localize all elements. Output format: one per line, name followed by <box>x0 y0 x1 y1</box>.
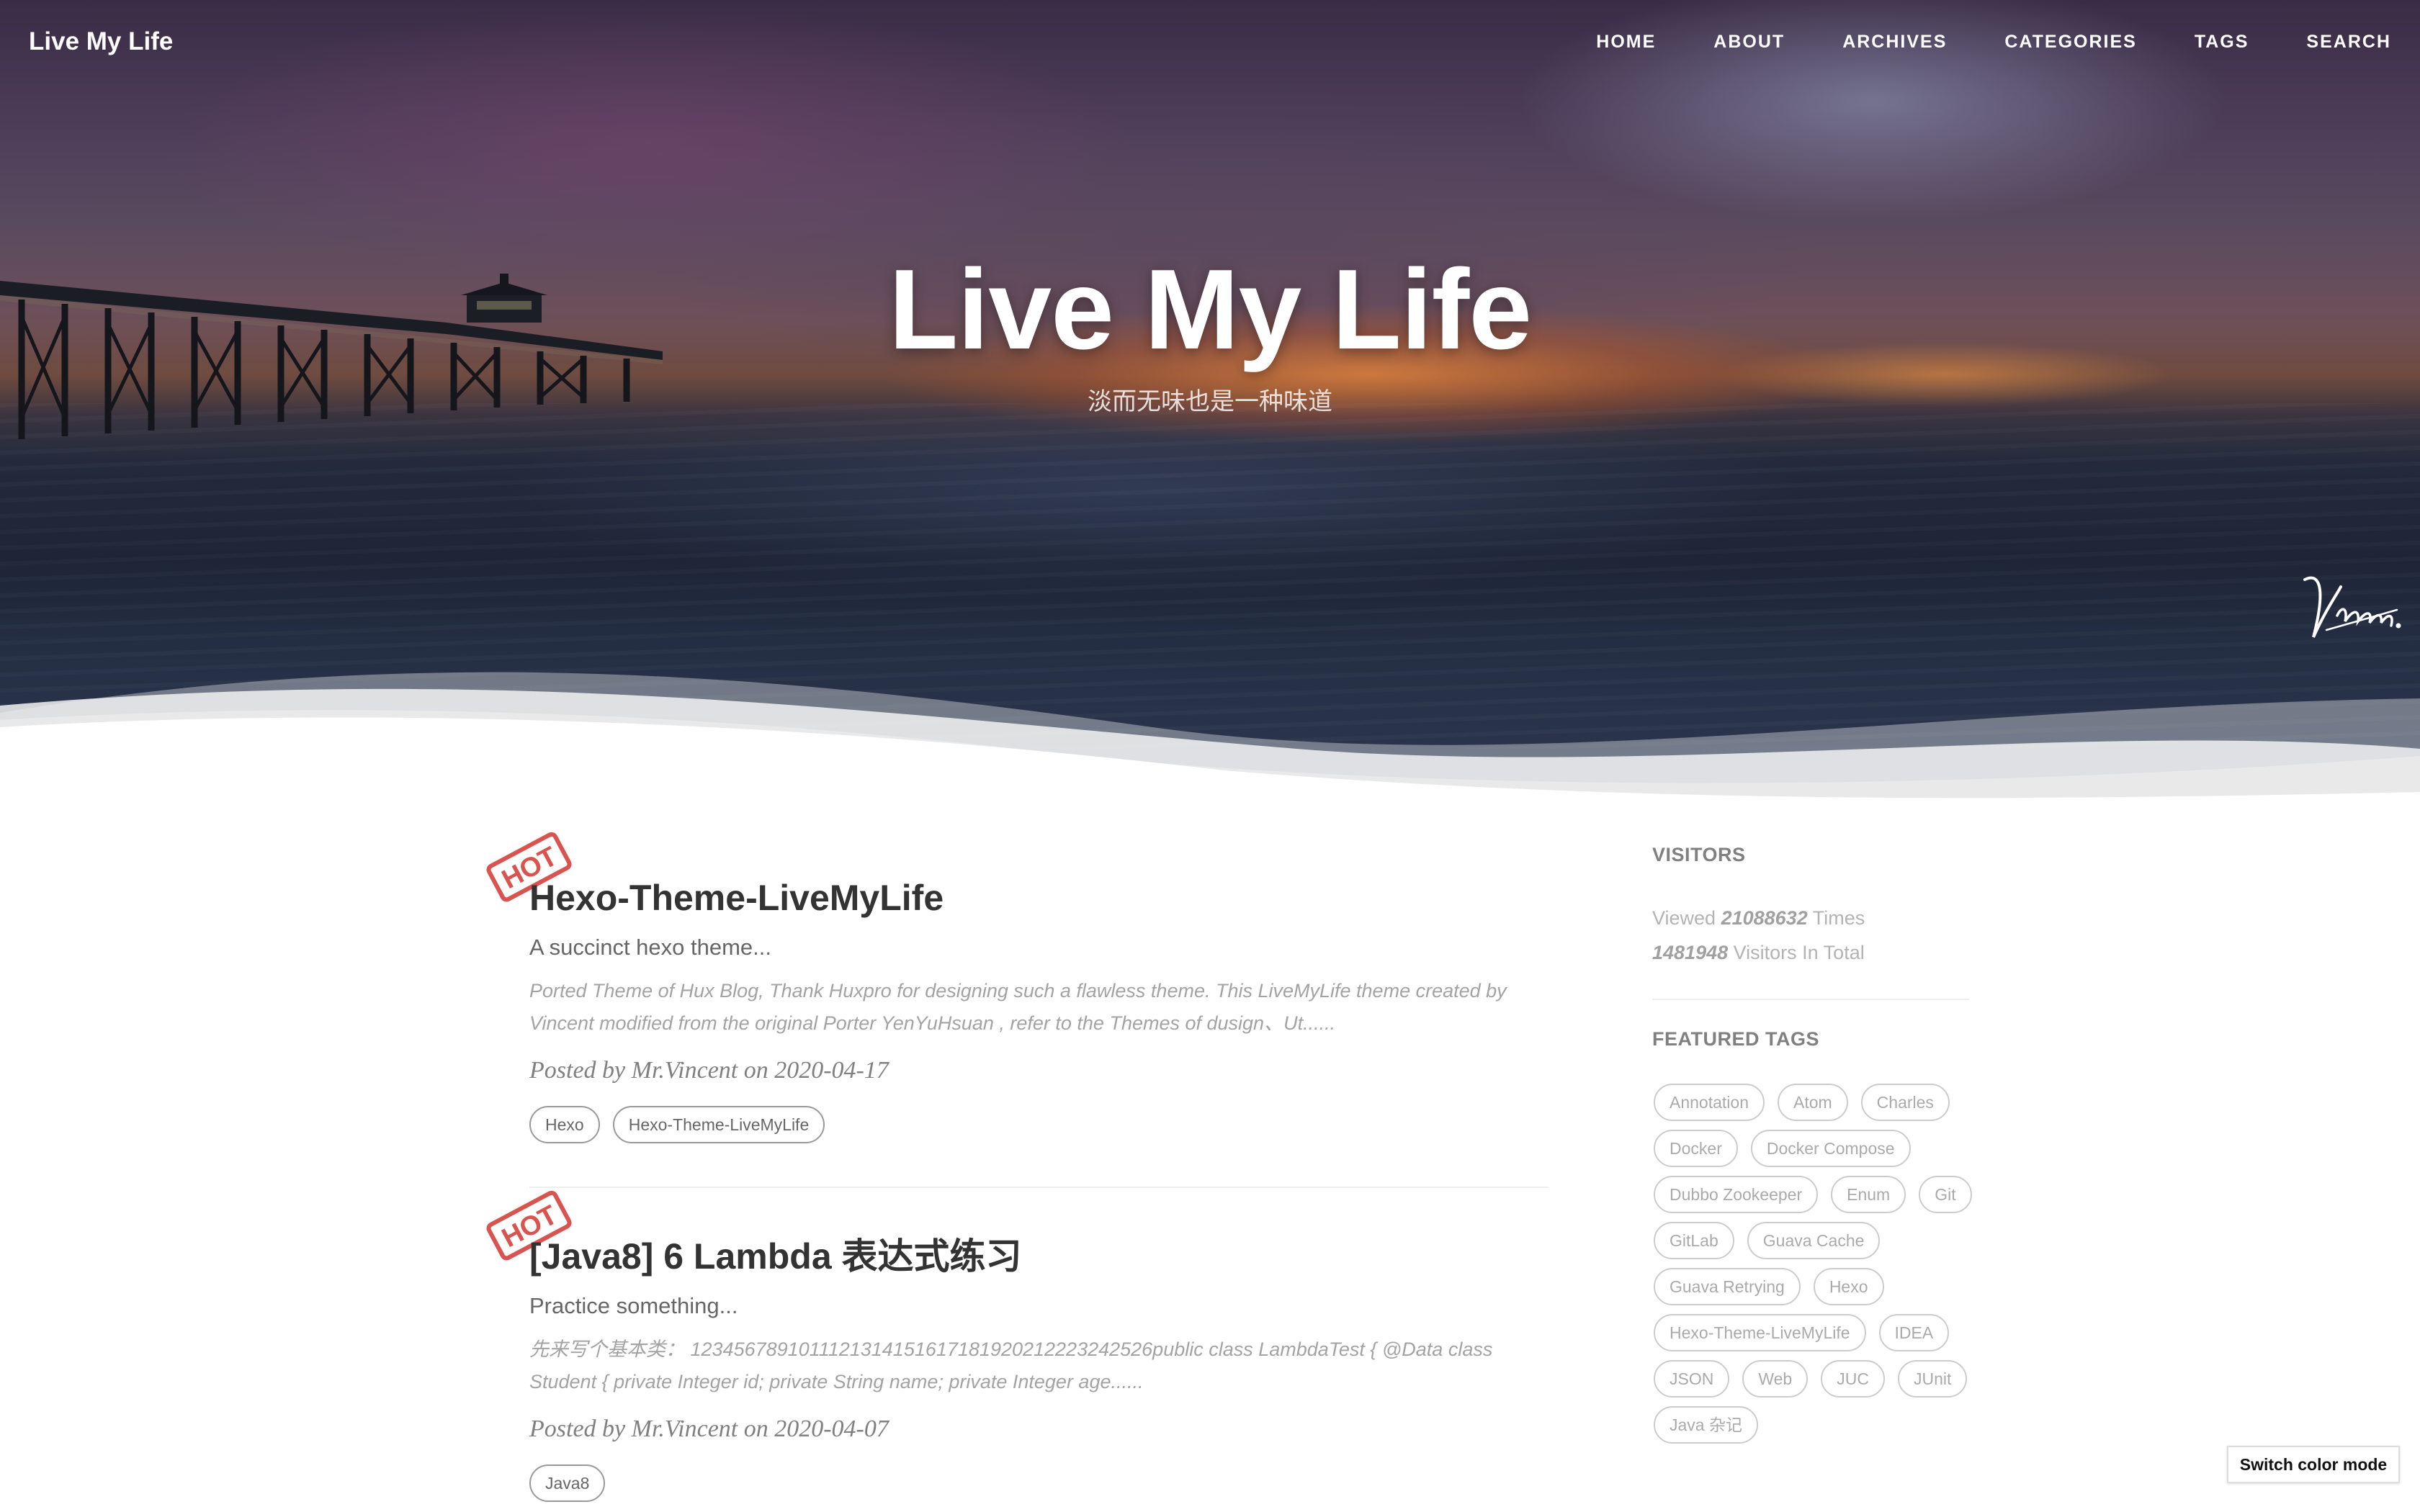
nav-home[interactable]: HOME <box>1596 32 1656 53</box>
featured-tag[interactable]: Git <box>1919 1176 1972 1213</box>
viewed-count: 21088632 <box>1721 907 1808 929</box>
post-title[interactable]: [Java8] 6 Lambda 表达式练习 <box>529 1230 1549 1283</box>
featured-tag[interactable]: GitLab <box>1654 1222 1734 1259</box>
post-tag[interactable]: Hexo <box>529 1106 600 1143</box>
featured-tag[interactable]: Guava Cache <box>1747 1222 1881 1259</box>
featured-tag[interactable]: Enum <box>1831 1176 1906 1213</box>
nav-about[interactable]: ABOUT <box>1713 32 1785 53</box>
visitors-suffix: Visitors In Total <box>1728 942 1865 963</box>
featured-tag[interactable]: Guava Retrying <box>1654 1268 1801 1305</box>
hero-banner: Live My Life HOME ABOUT ARCHIVES CATEGOR… <box>0 0 2420 799</box>
nav-categories[interactable]: CATEGORIES <box>2004 32 2136 53</box>
signature-logo <box>2303 576 2401 638</box>
post-subtitle[interactable]: A succinct hexo theme... <box>529 935 1549 960</box>
featured-tag[interactable]: JUnit <box>1897 1360 1968 1398</box>
viewed-prefix: Viewed <box>1652 907 1721 929</box>
post-item: Hexo-Theme-LiveMyLife A succinct hexo th… <box>529 871 1549 1143</box>
nav-brand[interactable]: Live My Life <box>29 27 173 56</box>
featured-tag[interactable]: JUC <box>1821 1360 1885 1398</box>
post-excerpt: Ported Theme of Hux Blog, Thank Huxpro f… <box>529 980 1507 1034</box>
nav-menu: HOME ABOUT ARCHIVES CATEGORIES TAGS SEAR… <box>1596 32 2391 53</box>
featured-tag[interactable]: Docker <box>1654 1130 1738 1167</box>
post-meta: Posted by Mr.Vincent on 2020-04-07 <box>529 1416 889 1442</box>
nav-search[interactable]: SEARCH <box>2306 32 2391 53</box>
post-tags: Java8 <box>529 1464 1549 1502</box>
featured-tag[interactable]: IDEA <box>1878 1314 1950 1351</box>
wave-divider <box>0 672 2420 799</box>
featured-tag[interactable]: JSON <box>1654 1360 1730 1398</box>
featured-tag[interactable]: Docker Compose <box>1750 1130 1911 1167</box>
nav-tags[interactable]: TAGS <box>2195 32 2249 53</box>
post-tag[interactable]: Hexo-Theme-LiveMyLife <box>612 1106 825 1143</box>
featured-tag[interactable]: Java 杂记 <box>1654 1406 1758 1444</box>
switch-color-mode-button[interactable]: Switch color mode <box>2227 1446 2400 1483</box>
viewed-suffix: Times <box>1807 907 1865 929</box>
post-meta: Posted by Mr.Vincent on 2020-04-17 <box>529 1057 889 1084</box>
post-item: [Java8] 6 Lambda 表达式练习 Practice somethin… <box>529 1230 1549 1502</box>
hero-title: Live My Life <box>888 246 1532 373</box>
featured-tag[interactable]: Dubbo Zookeeper <box>1654 1176 1819 1213</box>
post-tags: Hexo Hexo-Theme-LiveMyLife <box>529 1106 1549 1143</box>
viewed-count-line: Viewed 21088632 Times <box>1652 907 1865 930</box>
featured-tag[interactable]: Web <box>1742 1360 1809 1398</box>
visitors-count-line: 1481948 Visitors In Total <box>1652 942 1865 964</box>
post-tag[interactable]: Java8 <box>529 1464 606 1502</box>
featured-tag[interactable]: Hexo <box>1813 1268 1884 1305</box>
post-subtitle[interactable]: Practice something... <box>529 1293 1549 1319</box>
featured-tag[interactable]: Charles <box>1860 1084 1950 1121</box>
nav-archives[interactable]: ARCHIVES <box>1842 32 1947 53</box>
featured-tag-cloud: Annotation Atom Charles Docker Docker Co… <box>1654 1084 1992 1444</box>
featured-tag[interactable]: Atom <box>1777 1084 1848 1121</box>
sidebar-divider <box>1652 999 1969 1000</box>
post-title[interactable]: Hexo-Theme-LiveMyLife <box>529 871 1549 924</box>
post-excerpt: 先来写个基本类： 1234567891011121314151617181920… <box>529 1338 1493 1392</box>
featured-tags-heading: FEATURED TAGS <box>1652 1028 1819 1050</box>
hero-subtitle: 淡而无味也是一种味道 <box>1088 388 1332 415</box>
visitors-heading: VISITORS <box>1652 844 1746 865</box>
post-divider <box>529 1187 1549 1188</box>
visitors-count: 1481948 <box>1652 942 1729 963</box>
featured-tag[interactable]: Annotation <box>1654 1084 1765 1121</box>
featured-tag[interactable]: Hexo-Theme-LiveMyLife <box>1654 1314 1866 1351</box>
